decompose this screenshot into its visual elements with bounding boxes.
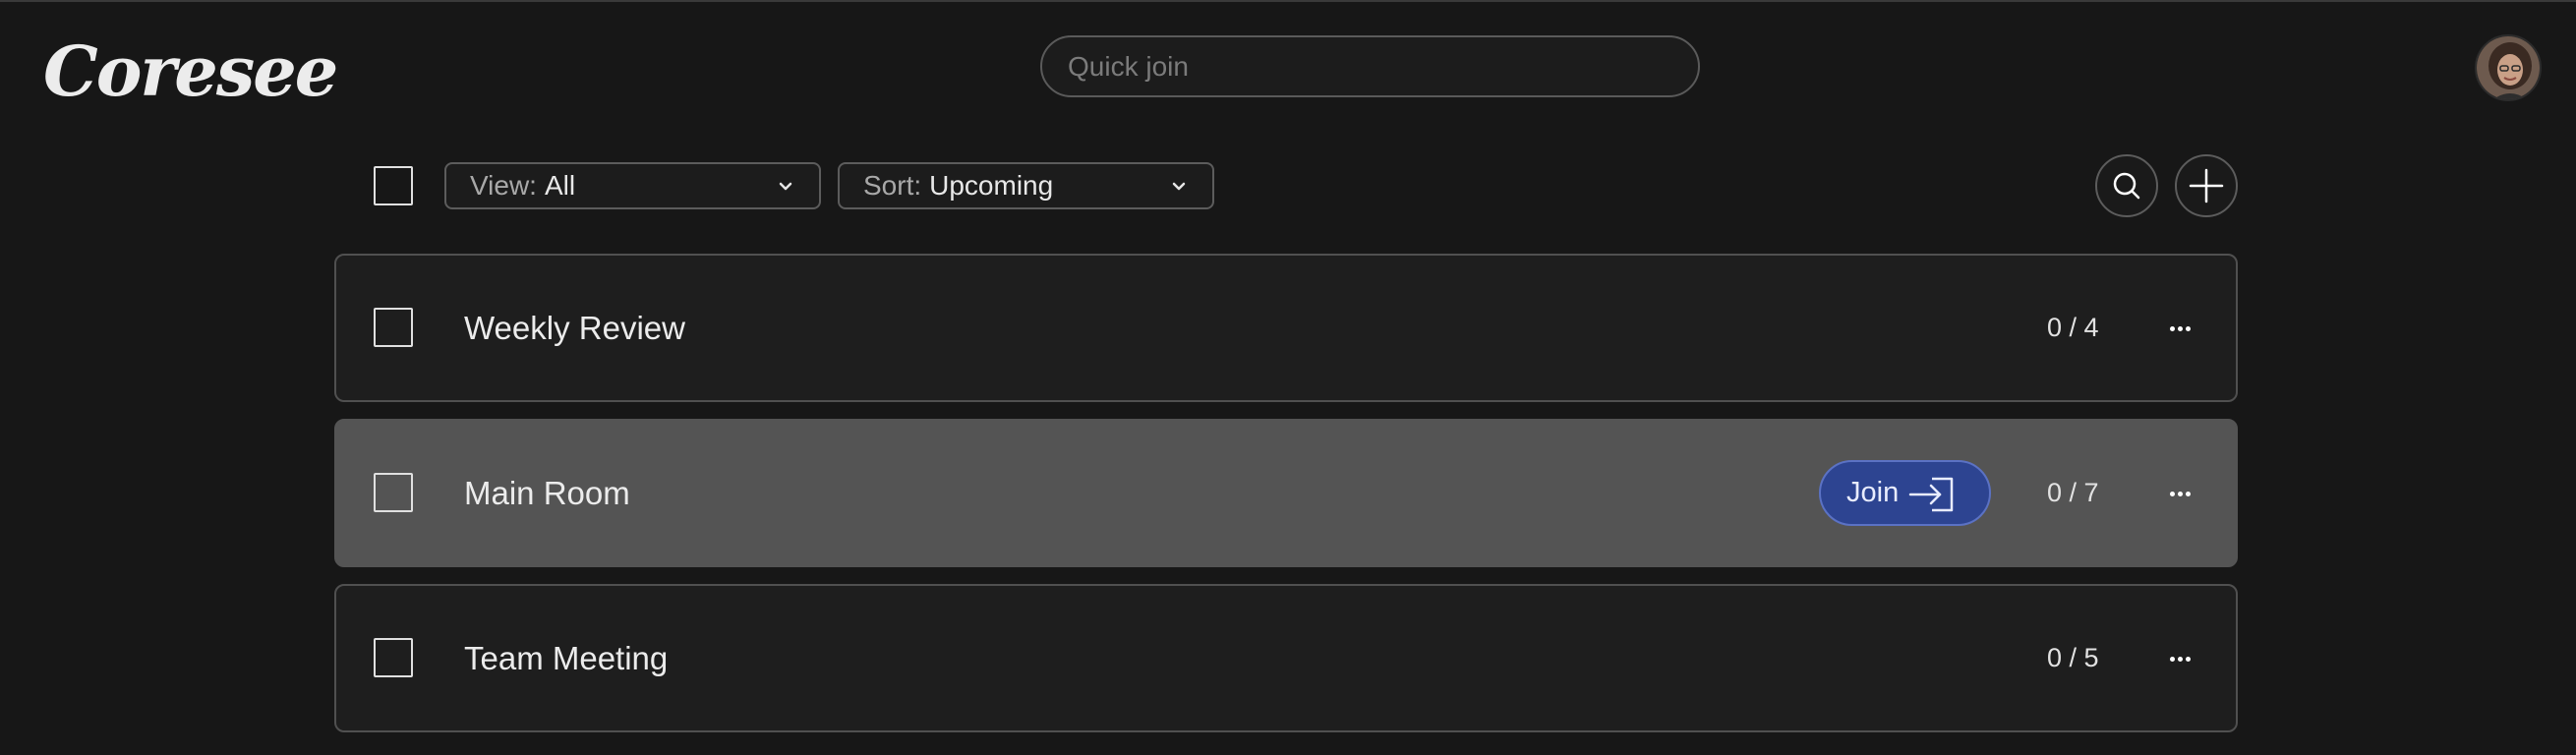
more-icon[interactable] bbox=[2165, 480, 2195, 507]
more-icon[interactable] bbox=[2165, 645, 2195, 672]
app-frame: { "header": { "logo_text": "Coresee", "q… bbox=[0, 0, 2576, 755]
room-name: Team Meeting bbox=[464, 640, 669, 676]
room-name: Main Room bbox=[464, 475, 630, 511]
join-button[interactable]: Join bbox=[1819, 460, 1991, 526]
more-icon[interactable] bbox=[2165, 315, 2195, 342]
room-checkbox[interactable] bbox=[374, 638, 413, 677]
room-row[interactable]: Team Meeting 0 / 5 bbox=[334, 584, 2238, 732]
sort-dropdown[interactable]: Sort: Upcoming bbox=[838, 162, 1214, 209]
search-icon bbox=[2113, 172, 2140, 200]
add-room-button[interactable] bbox=[2175, 154, 2238, 217]
room-checkbox[interactable] bbox=[374, 308, 413, 347]
room-checkbox[interactable] bbox=[374, 473, 413, 512]
room-participant-count: 0 / 7 bbox=[2047, 478, 2099, 507]
quick-join-input[interactable] bbox=[1040, 35, 1700, 97]
join-button-label: Join bbox=[1846, 477, 1900, 508]
view-dropdown-value: All bbox=[544, 170, 576, 201]
enter-icon bbox=[1908, 477, 1954, 512]
chevron-down-icon bbox=[779, 182, 792, 191]
select-all-checkbox[interactable] bbox=[374, 166, 413, 205]
view-dropdown[interactable]: View: All bbox=[444, 162, 821, 209]
plus-icon bbox=[2189, 168, 2224, 203]
avatar[interactable] bbox=[2475, 34, 2542, 101]
search-button[interactable] bbox=[2095, 154, 2158, 217]
room-row[interactable]: Weekly Review 0 / 4 bbox=[334, 254, 2238, 402]
sort-dropdown-value: Upcoming bbox=[929, 170, 1054, 201]
sort-dropdown-key: Sort: bbox=[863, 170, 922, 201]
room-participant-count: 0 / 5 bbox=[2047, 643, 2099, 672]
room-row[interactable]: Main Room Join 0 / 7 bbox=[334, 419, 2238, 567]
room-name: Weekly Review bbox=[464, 310, 685, 346]
view-dropdown-key: View: bbox=[470, 170, 537, 201]
app-logo[interactable]: Coresee bbox=[43, 28, 338, 116]
room-participant-count: 0 / 4 bbox=[2047, 313, 2099, 342]
chevron-down-icon bbox=[1172, 182, 1186, 191]
avatar-image bbox=[2477, 36, 2540, 99]
